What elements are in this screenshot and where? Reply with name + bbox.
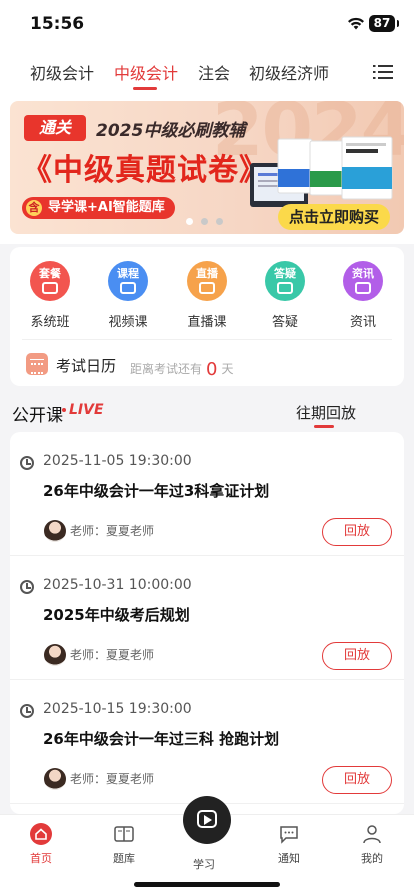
battery-indicator: 87 [369, 15, 399, 32]
course-icon: 课程 [108, 261, 148, 301]
list-item[interactable]: 2025-10-31 10:00:00 2025年中级考后规划 老师：夏夏老师 … [10, 556, 404, 680]
banner-dot[interactable] [201, 218, 208, 225]
quick-nav-card: 套餐 系统班 课程 视频课 直播 直播课 答疑 答疑 资讯 资讯 考试日历 距离… [10, 247, 404, 386]
section-title: 公开课 [12, 406, 63, 426]
tabbar-profile[interactable]: 我的 [342, 823, 402, 866]
replay-button[interactable]: 回放 [322, 642, 392, 670]
replay-tab-indicator [314, 425, 334, 428]
nav-live-course[interactable]: 直播 直播课 [177, 261, 237, 330]
tab-past-replays[interactable]: 往期回放 [296, 402, 356, 423]
lesson-time: 2025-10-15 19:30:00 [43, 701, 192, 717]
avatar [44, 520, 66, 542]
promo-banner[interactable]: 2024 通关 2025中级必刷教辅 《中级真题试卷》 含 导学课+AI智能题库… [10, 101, 404, 234]
nav-news[interactable]: 资讯 资讯 [333, 261, 393, 330]
teacher-name: 老师：夏夏老师 [70, 772, 155, 786]
tab-cpa[interactable]: 注会 [198, 60, 230, 84]
tab-junior-accounting[interactable]: 初级会计 [30, 60, 94, 84]
home-indicator [134, 882, 280, 887]
list-item[interactable]: 2025-11-05 19:30:00 26年中级会计一年过3科拿证计划 老师：… [10, 432, 404, 556]
list-item[interactable]: 2025-10-15 19:30:00 26年中级会计一年过三科 抢跑计划 老师… [10, 680, 404, 804]
live-icon: 直播 [187, 261, 227, 301]
status-bar: 15:56 87 [0, 0, 414, 50]
tab-junior-economist[interactable]: 初级经济师 [249, 60, 329, 84]
lesson-title: 26年中级会计一年过三科 抢跑计划 [43, 730, 280, 748]
banner-dot[interactable] [216, 218, 223, 225]
message-icon [278, 823, 300, 845]
live-badge: LIVE [62, 402, 104, 418]
clock-icon [20, 580, 34, 594]
active-tab-indicator [133, 87, 157, 90]
package-icon: 套餐 [30, 261, 70, 301]
status-time: 15:56 [30, 14, 85, 34]
tabbar-question-bank[interactable]: 题库 [94, 823, 154, 866]
teacher-name: 老师：夏夏老师 [70, 648, 155, 662]
avatar [44, 644, 66, 666]
calendar-icon [26, 353, 48, 375]
banner-tag: 通关 [24, 115, 86, 141]
books-illustration [250, 136, 393, 207]
study-tv-icon[interactable] [183, 796, 231, 844]
menu-icon[interactable] [373, 64, 393, 80]
wifi-icon [348, 17, 364, 30]
tabbar-home[interactable]: 首页 [11, 823, 71, 866]
lesson-time: 2025-11-05 19:30:00 [43, 453, 192, 469]
tabbar-notifications[interactable]: 通知 [259, 823, 319, 866]
lesson-title: 2025年中级考后规划 [43, 606, 190, 624]
replay-button[interactable]: 回放 [322, 518, 392, 546]
book-icon [113, 823, 135, 845]
countdown-days: 0 [206, 359, 218, 380]
tabbar-study-label[interactable]: 学习 [193, 856, 215, 872]
qa-icon: 答疑 [265, 261, 305, 301]
clock-icon [20, 704, 34, 718]
banner-pill-text: 导学课+AI智能题库 [48, 200, 165, 215]
user-icon [361, 823, 383, 845]
replay-button[interactable]: 回放 [322, 766, 392, 794]
banner-pill-icon: 含 [26, 200, 42, 216]
banner-pagination [186, 218, 223, 225]
banner-title: 《中级真题试卷》 [22, 153, 270, 188]
buy-now-button[interactable]: 点击立即购买 [278, 204, 390, 230]
nav-video-course[interactable]: 课程 视频课 [98, 261, 158, 330]
lesson-list: 2025-11-05 19:30:00 26年中级会计一年过3科拿证计划 老师：… [10, 432, 404, 814]
teacher-name: 老师：夏夏老师 [70, 524, 155, 538]
clock-icon [20, 456, 34, 470]
tab-intermediate-accounting[interactable]: 中级会计 [114, 60, 178, 84]
banner-feature-pill: 含 导学课+AI智能题库 [22, 197, 175, 219]
subject-tabs: 初级会计 中级会计 注会 初级经济师 [0, 50, 414, 94]
banner-dot[interactable] [186, 218, 193, 225]
nav-system-class[interactable]: 套餐 系统班 [20, 261, 80, 330]
news-icon: 资讯 [343, 261, 383, 301]
banner-headline: 2025中级必刷教辅 [96, 121, 246, 141]
lesson-time: 2025-10-31 10:00:00 [43, 577, 192, 593]
avatar [44, 768, 66, 790]
lesson-title: 26年中级会计一年过3科拿证计划 [43, 482, 270, 500]
exam-calendar-link[interactable]: 考试日历 [56, 355, 116, 376]
home-icon [30, 823, 52, 845]
exam-countdown: 距离考试还有 0 天 [130, 359, 234, 380]
nav-qa[interactable]: 答疑 答疑 [255, 261, 315, 330]
